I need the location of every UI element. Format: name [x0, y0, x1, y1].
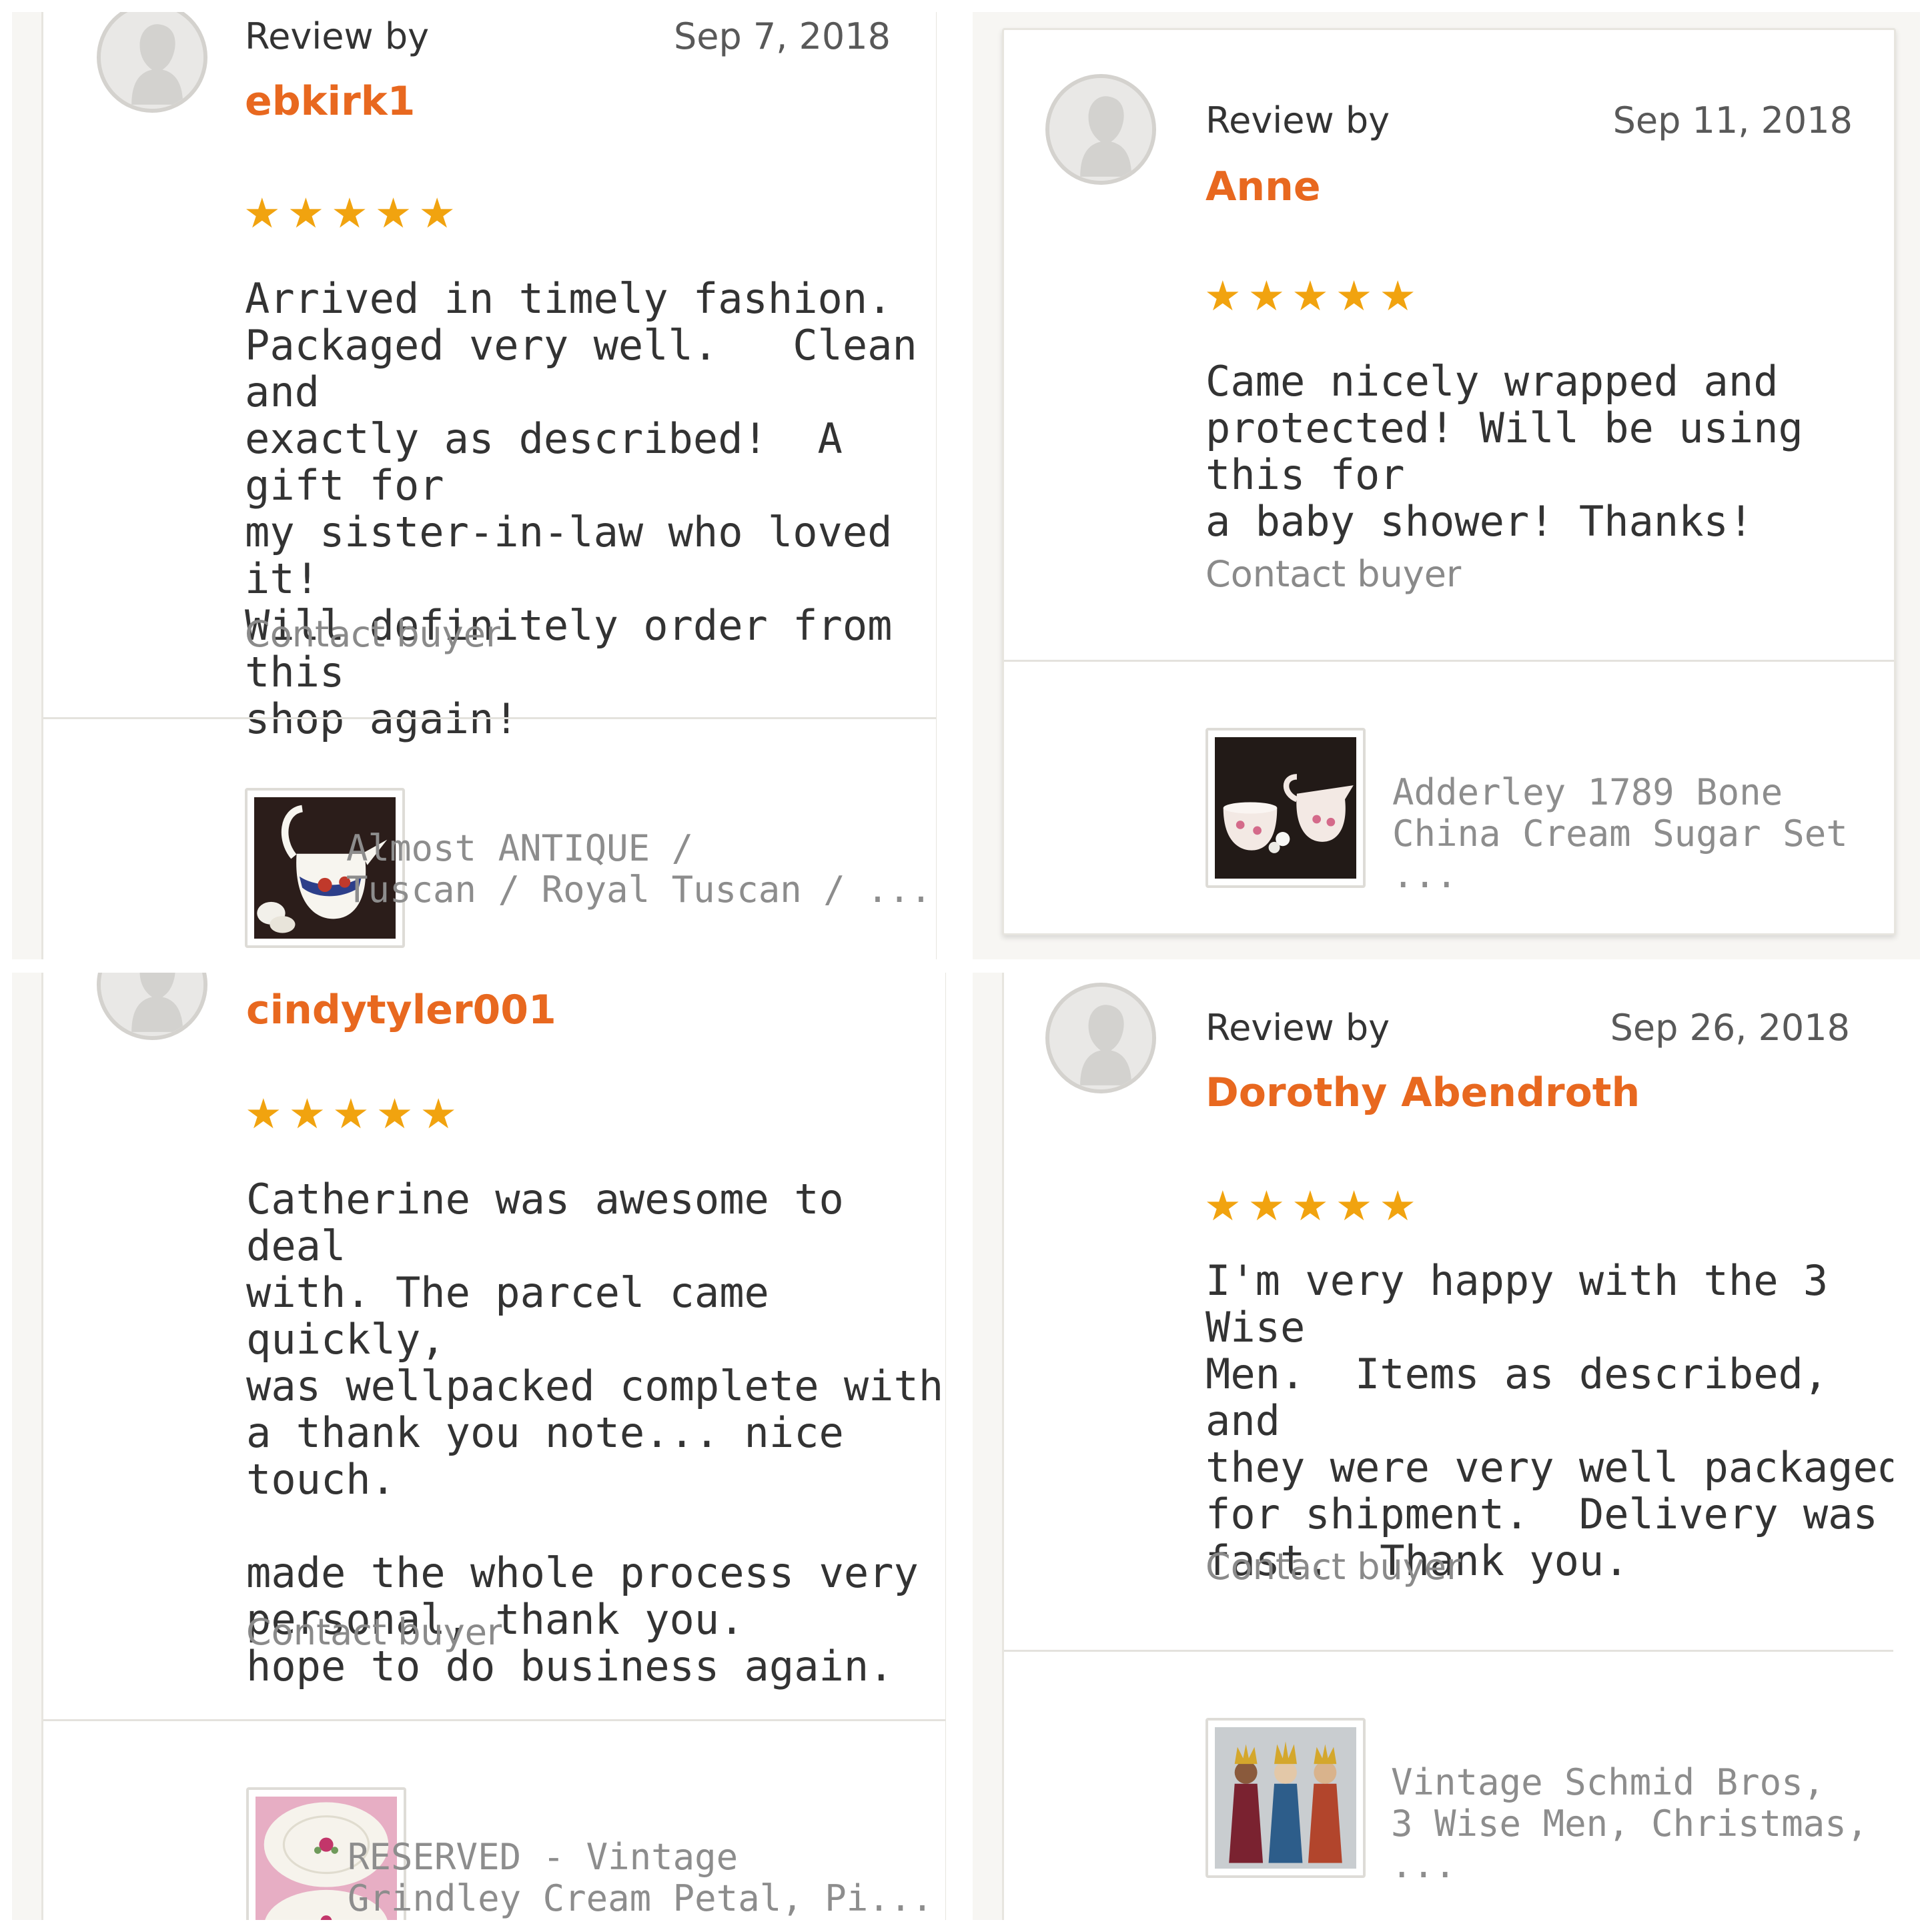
- listing-thumbnail[interactable]: [1205, 728, 1366, 888]
- contact-buyer-link[interactable]: Contact buyer: [245, 613, 500, 655]
- default-user-icon: [101, 12, 203, 109]
- default-user-icon: [1049, 78, 1152, 181]
- review-text: Came nicely wrapped and protected! Will …: [1205, 357, 1803, 546]
- listing-thumbnail[interactable]: [1205, 1718, 1366, 1878]
- avatar[interactable]: [97, 973, 207, 1040]
- star-rating: ★★★★★: [1204, 272, 1423, 320]
- review-text: I'm very happy with the 3 Wise Men. Item…: [1205, 1256, 1893, 1585]
- cream-sugar-set-photo-icon: [1215, 737, 1356, 879]
- contact-buyer-link[interactable]: Contact buyer: [246, 1611, 502, 1653]
- avatar[interactable]: [1045, 74, 1156, 185]
- default-user-icon: [1049, 987, 1152, 1089]
- divider: [43, 717, 936, 719]
- default-user-icon: [101, 973, 203, 1036]
- reviewer-name[interactable]: Anne: [1205, 163, 1321, 210]
- review-panel-2: Review by Sep 11, 2018 Anne ★★★★★ Came n…: [973, 12, 1920, 959]
- avatar[interactable]: [1045, 983, 1156, 1093]
- divider: [1004, 660, 1894, 662]
- review-date: Sep 7, 2018: [673, 15, 891, 57]
- star-rating: ★★★★★: [244, 189, 462, 237]
- reviewer-name[interactable]: cindytyler001: [246, 987, 556, 1033]
- contact-buyer-link[interactable]: Contact buyer: [1205, 1546, 1461, 1588]
- review-panel-4: Review by Sep 26, 2018 Dorothy Abendroth…: [973, 973, 1893, 1920]
- three-wise-men-photo-icon: [1215, 1727, 1356, 1869]
- review-card: Review by Sep 11, 2018 Anne ★★★★★ Came n…: [1002, 28, 1896, 935]
- star-rating: ★★★★★: [245, 1089, 464, 1138]
- review-text: Arrived in timely fashion. Packaged very…: [245, 274, 917, 743]
- avatar[interactable]: [97, 12, 207, 113]
- review-card: Review by Sep 7, 2018 ebkirk1 ★★★★★ Arri…: [41, 12, 937, 959]
- review-card: cindytyler001 ★★★★★ Catherine was awesom…: [41, 973, 946, 1920]
- listing-title[interactable]: Vintage Schmid Bros, 3 Wise Men, Christm…: [1391, 1762, 1893, 1886]
- listing-title[interactable]: Almost ANTIQUE / Tuscan / Royal Tuscan /…: [346, 828, 932, 911]
- star-rating: ★★★★★: [1204, 1181, 1423, 1230]
- review-by-label: Review by: [245, 15, 430, 57]
- review-date: Sep 11, 2018: [1612, 99, 1853, 141]
- divider: [43, 1719, 945, 1721]
- reviewer-name[interactable]: ebkirk1: [245, 78, 415, 125]
- review-date: Sep 26, 2018: [1610, 1007, 1850, 1049]
- review-by-label: Review by: [1205, 1007, 1390, 1049]
- listing-title[interactable]: Adderley 1789 Bone China Cream Sugar Set…: [1392, 772, 1894, 896]
- reviewer-name[interactable]: Dorothy Abendroth: [1205, 1069, 1640, 1116]
- contact-buyer-link[interactable]: Contact buyer: [1205, 553, 1461, 595]
- review-card: Review by Sep 26, 2018 Dorothy Abendroth…: [1002, 973, 1893, 1920]
- review-by-label: Review by: [1205, 99, 1390, 141]
- review-panel-3: cindytyler001 ★★★★★ Catherine was awesom…: [12, 973, 946, 1920]
- review-panel-1: Review by Sep 7, 2018 ebkirk1 ★★★★★ Arri…: [12, 12, 937, 959]
- listing-title[interactable]: RESERVED - Vintage Grindley Cream Petal,…: [348, 1837, 933, 1919]
- divider: [1004, 1650, 1893, 1652]
